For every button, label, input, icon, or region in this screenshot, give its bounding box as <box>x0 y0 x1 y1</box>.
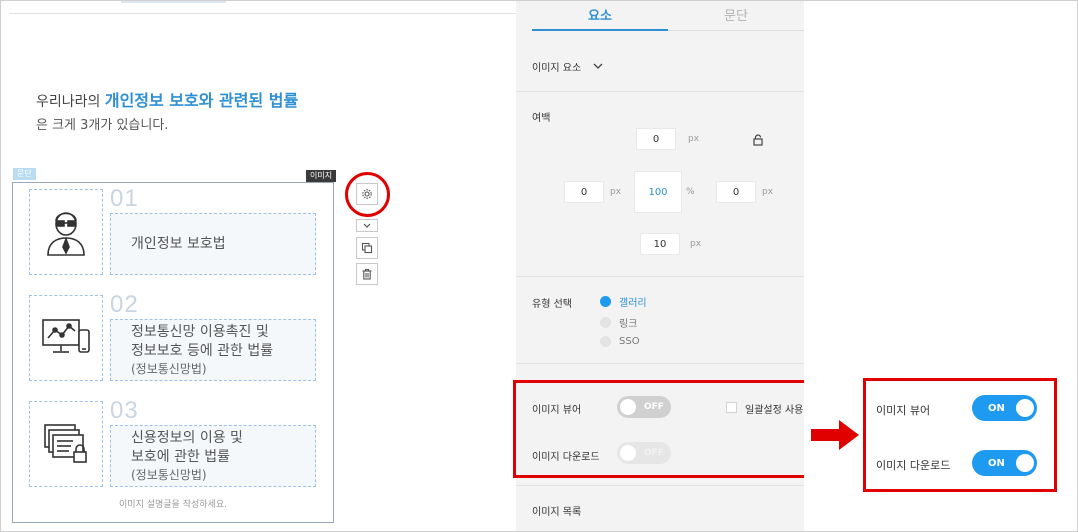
law-number: 01 <box>110 185 139 212</box>
radio-gallery[interactable]: 갤러리 <box>600 294 647 309</box>
unit-px: px <box>688 134 700 144</box>
toggle-state: ON <box>988 402 1005 414</box>
toggle-state: OFF <box>644 402 664 412</box>
collapse-button[interactable] <box>356 219 378 232</box>
section-divider <box>516 276 804 277</box>
law-row-3: 03 신용정보의 이용 및 보호에 관한 법률 (정보통신망법) <box>29 397 319 489</box>
law-row-1: 01 개인정보 보호법 <box>29 185 319 277</box>
result-image-download-label: 이미지 다운로드 <box>876 459 951 472</box>
radio-label: 갤러리 <box>619 298 647 309</box>
person-with-glasses-icon <box>47 212 85 256</box>
bulk-setting-label: 일괄설정 사용 <box>745 405 804 416</box>
image-list-label: 이미지 목록 <box>532 507 582 518</box>
bulk-setting-checkbox[interactable] <box>726 402 737 413</box>
result-preview-box: 이미지 뷰어 ON 이미지 다운로드 ON <box>863 378 1057 492</box>
paragraph-tag: 문단 <box>13 168 36 180</box>
tab-paragraph[interactable]: 문단 <box>668 5 804 24</box>
law-subtitle: (정보통신망법) <box>131 362 207 376</box>
toggle-knob <box>1015 454 1034 472</box>
law-number: 03 <box>110 397 139 424</box>
image-download-toggle[interactable]: OFF <box>617 442 671 464</box>
toggle-knob <box>1015 399 1034 417</box>
margin-left-input[interactable]: 0 <box>564 181 604 203</box>
image-tag: 이미지 <box>306 170 337 182</box>
unlock-icon <box>753 134 763 146</box>
element-type-value: 이미지 요소 <box>532 63 582 74</box>
unit-percent: % <box>686 187 695 197</box>
section-divider <box>516 485 804 486</box>
right-arrow-icon <box>811 420 859 450</box>
radio-dot <box>600 336 611 347</box>
section-divider <box>516 91 804 92</box>
image-viewer-label: 이미지 뷰어 <box>532 405 582 416</box>
margin-label: 여백 <box>532 113 551 124</box>
radio-link[interactable]: 링크 <box>600 315 637 330</box>
top-divider <box>9 13 516 14</box>
margin-right-input[interactable]: 0 <box>716 181 756 203</box>
chevron-down-icon <box>593 63 603 69</box>
tab-element[interactable]: 요소 <box>532 5 668 24</box>
unit-px: px <box>610 187 622 197</box>
editor-canvas: 우리나라의 개인정보 보호와 관련된 법률 은 크게 3개가 있습니다. 문단 … <box>1 1 516 531</box>
intro-prefix: 우리나라의 <box>36 94 101 110</box>
top-divider-accent <box>121 1 226 3</box>
radio-dot <box>600 296 611 307</box>
image-caption[interactable]: 이미지 설명글을 작성하세요. <box>13 497 333 510</box>
section-divider <box>516 363 804 364</box>
law-title-box[interactable]: 정보통신망 이용촉진 및 정보보호 등에 관한 법률 (정보통신망법) <box>110 319 316 381</box>
law-title: 개인정보 보호법 <box>131 235 226 252</box>
trash-icon <box>362 268 372 280</box>
width-percent-input[interactable]: 100 <box>634 171 682 213</box>
selected-image-block[interactable]: 01 개인정보 보호법 02 정보통신망 이용촉진 및 정보보호 등에 관한 법… <box>12 182 334 523</box>
law-title-line1: 신용정보의 이용 및 <box>131 430 243 446</box>
image-viewer-toggle[interactable]: OFF <box>617 396 671 418</box>
law-title-line2: 정보보호 등에 관한 법률 <box>131 343 274 359</box>
law-row-2: 02 정보통신망 이용촉진 및 정보보호 등에 관한 법률 (정보통신망법) <box>29 291 319 383</box>
copy-icon <box>361 242 373 254</box>
result-image-viewer-toggle[interactable]: ON <box>972 395 1037 421</box>
law-title-box[interactable]: 신용정보의 이용 및 보호에 관한 법률 (정보통신망법) <box>110 425 316 487</box>
documents-lock-icon <box>44 424 87 463</box>
toggle-state: ON <box>988 457 1005 469</box>
radio-label: 링크 <box>619 319 638 330</box>
result-image-download-toggle[interactable]: ON <box>972 450 1037 476</box>
law-icon-box <box>29 189 103 275</box>
settings-button[interactable] <box>356 183 378 205</box>
lock-toggle[interactable] <box>752 131 764 150</box>
law-title-line1: 정보통신망 이용촉진 및 <box>131 324 269 340</box>
type-select-label: 유형 선택 <box>532 299 572 310</box>
settings-panel: 요소 문단 이미지 요소 여백 0 px 0 px 100 % 0 px 10 … <box>513 1 807 531</box>
unit-px: px <box>690 239 702 249</box>
radio-sso[interactable]: SSO <box>600 336 640 347</box>
screenshot-frame: 우리나라의 개인정보 보호와 관련된 법률 은 크게 3개가 있습니다. 문단 … <box>0 0 1078 532</box>
intro-text[interactable]: 우리나라의 개인정보 보호와 관련된 법률 은 크게 3개가 있습니다. <box>36 89 456 138</box>
radio-dot <box>600 317 611 328</box>
law-number: 02 <box>110 291 139 318</box>
law-title-box[interactable]: 개인정보 보호법 <box>110 213 316 275</box>
law-icon-box <box>29 295 103 381</box>
panel-tabs: 요소 문단 <box>532 1 804 31</box>
gear-icon <box>362 189 372 199</box>
intro-highlight: 개인정보 보호와 관련된 법률 <box>104 91 299 110</box>
image-download-label: 이미지 다운로드 <box>532 452 600 463</box>
result-image-viewer-label: 이미지 뷰어 <box>876 404 931 417</box>
computer-network-chart-icon <box>42 319 90 353</box>
toggle-knob <box>620 399 636 415</box>
law-icon-box <box>29 401 103 487</box>
radio-label: SSO <box>619 336 640 347</box>
toggle-knob <box>620 445 636 461</box>
intro-line2: 은 크게 3개가 있습니다. <box>36 118 169 133</box>
delete-button[interactable] <box>356 263 378 285</box>
copy-button[interactable] <box>356 237 378 259</box>
law-subtitle: (정보통신망법) <box>131 468 207 482</box>
unit-px: px <box>762 187 774 197</box>
margin-bottom-input[interactable]: 10 <box>640 233 680 255</box>
toggle-state: OFF <box>644 448 664 458</box>
margin-top-input[interactable]: 0 <box>636 128 676 150</box>
element-type-dropdown[interactable]: 이미지 요소 <box>532 59 603 74</box>
active-tab-indicator <box>532 29 668 31</box>
chevron-down-icon <box>363 223 371 228</box>
law-title-line2: 보호에 관한 법률 <box>131 449 231 465</box>
